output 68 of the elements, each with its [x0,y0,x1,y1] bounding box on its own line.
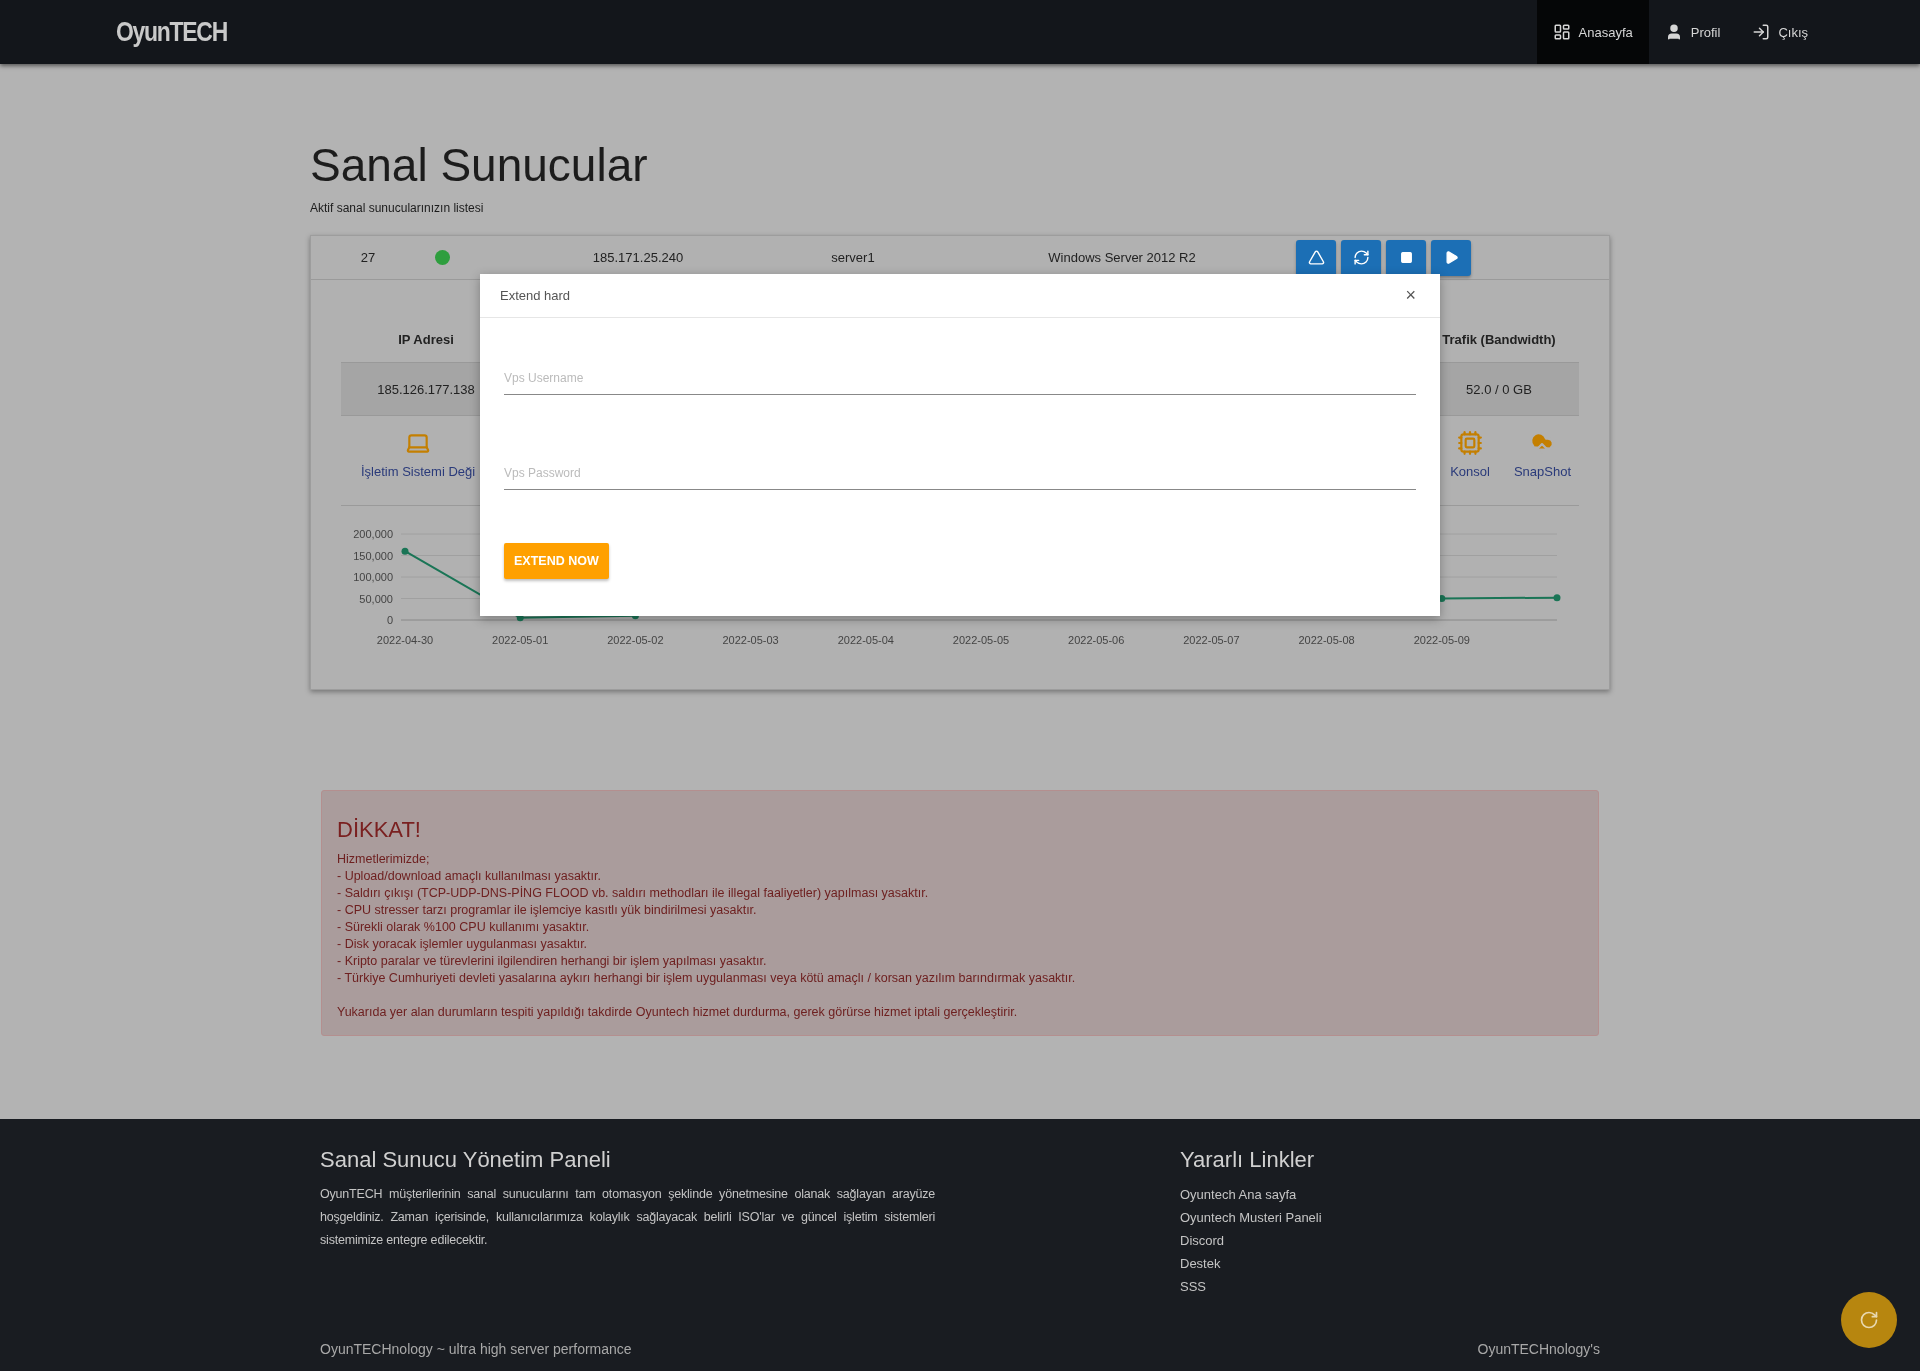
axis-label: 0 [386,614,393,626]
logo[interactable]: OyunTECH [116,16,227,48]
chip-icon [1457,430,1483,456]
tool-link[interactable]: Konsol [1450,430,1490,505]
footer-heading: Sanal Sunucu Yönetim Paneli [320,1147,612,1173]
alert-text: - Disk yoracak işlemler uygulanması yasaktır. [337,936,589,953]
axis-label: 2022-05-05 [952,634,1010,646]
tool-link[interactable]: İşletim Sistemi Deği [361,430,476,505]
server-os: Windows Server 2012 R2 [1047,250,1197,265]
column-header: Trafik (Bandwidth) [1441,332,1557,347]
server-id: 27 [359,250,377,265]
page-subtitle: Aktif sanal sunucularınızın listesi [310,201,485,215]
alert-text: - Türkiye Cumhuriyeti devleti yasalarına aykırı herhangi bir işlem uygulanması veya kötü amaçlı / korsan yazılım barındırmak yasaktır. [337,970,1077,987]
close-button[interactable]: × [1401,285,1420,306]
axis-label: 2022-05-01 [492,634,549,646]
exit-icon [1752,23,1771,41]
alert-note: Yukarıda yer alan durumların tespiti yapıldığı takdirde Oyuntech hizmet durdurma, gerek görürse hizmet iptali gerçekleştirir. [337,1004,1019,1021]
tool-link[interactable]: SnapShot [1513,430,1571,505]
footer-link[interactable]: Oyuntech Musteri Paneli [1180,1206,1322,1229]
footer-tagline: OyunTECHnology ~ ultra high server performance [320,1341,632,1357]
alert-text: - Saldırı çıkışı (TCP-UDP-DNS-PİNG FLOOD vb. saldırı methodları ile illegal faaliyetler) yapılması yasaktır. [337,885,930,902]
refresh-icon [1352,249,1370,266]
stop-button[interactable] [1386,239,1426,276]
axis-label: 2022-05-08 [1298,634,1355,646]
footer-link[interactable]: SSS [1180,1275,1206,1298]
server-name: server1 [830,250,876,265]
axis-label: 50,000 [359,592,393,605]
column-header: IP Adresi [397,332,455,347]
alert-text: - Kripto paralar ve türevlerini ilgilendiren herhangi bir işlem yapılması yasaktır. [337,953,768,970]
axis-label: 150,000 [353,549,393,562]
axis-label: 2022-05-09 [1413,634,1470,646]
warning-icon [1307,249,1325,266]
nav-link[interactable]: Anasayfa [1536,0,1649,64]
modal-title: Extend hard [500,288,571,303]
axis-label: 100,000 [353,571,393,583]
axis-label: 200,000 [353,528,393,540]
alert-text: Hizmetlerimizde; [337,851,431,868]
page-title: Sanal Sunucular [310,138,649,192]
restart-button[interactable] [1341,239,1381,276]
nav-link[interactable]: Profil [1648,0,1737,64]
axis-label: 2022-05-06 [1068,634,1125,646]
alert-text: - Sürekli olarak %100 CPU kullanımı yasaktır. [337,919,591,936]
footer-link[interactable]: Oyuntech Ana sayfa [1180,1183,1297,1206]
warning-button[interactable] [1296,239,1336,276]
footer-link[interactable]: Discord [1180,1229,1225,1252]
nav-link[interactable]: Çıkış [1736,0,1824,64]
start-button[interactable] [1431,239,1471,276]
table-cell-text: 185.126.177.138 [376,381,476,397]
axis-label: 2022-05-07 [1183,634,1240,646]
alert-text: - CPU stresser tarzı programlar ile işlemciye kasıtlı yük bindirilmesi yasaktır. [337,902,758,919]
data-point [1553,594,1561,602]
axis-label: 2022-04-30 [376,634,434,646]
footer-link[interactable]: Destek [1180,1252,1221,1275]
table-cell-text: 52.0 / 0 GB [1465,381,1533,397]
alert-title: DİKKAT! [337,817,422,843]
footer-text: OyunTECH müşterilerinin sanal sunucularını tam otomasyon şeklinde yönetmesine olanak sağlayan arayüze hoşgeldiniz. Zaman içerisinde, kullanıcılarımıza kolaylık sağlayacak belirli ISO'lar ve güncel işletim sistemleri sistemimize entegre edilecektir. [320,1186,935,1249]
dashboard-icon [1552,23,1571,41]
axis-label: 2022-05-02 [607,634,664,646]
footer-heading: Yararlı Linkler [1180,1147,1316,1173]
play-icon [1443,250,1459,265]
data-point [401,547,409,555]
server-ip: 185.171.25.240 [591,250,685,265]
alert-text: - Upload/download amaçlı kullanılması yasaktır. [337,868,602,885]
footer-brand: OyunTECHnology's [1477,1341,1600,1357]
stop-icon [1399,251,1413,264]
axis-label: 2022-05-04 [837,634,894,646]
refresh-icon [1859,1310,1879,1330]
axis-label: 2022-05-03 [722,634,779,646]
